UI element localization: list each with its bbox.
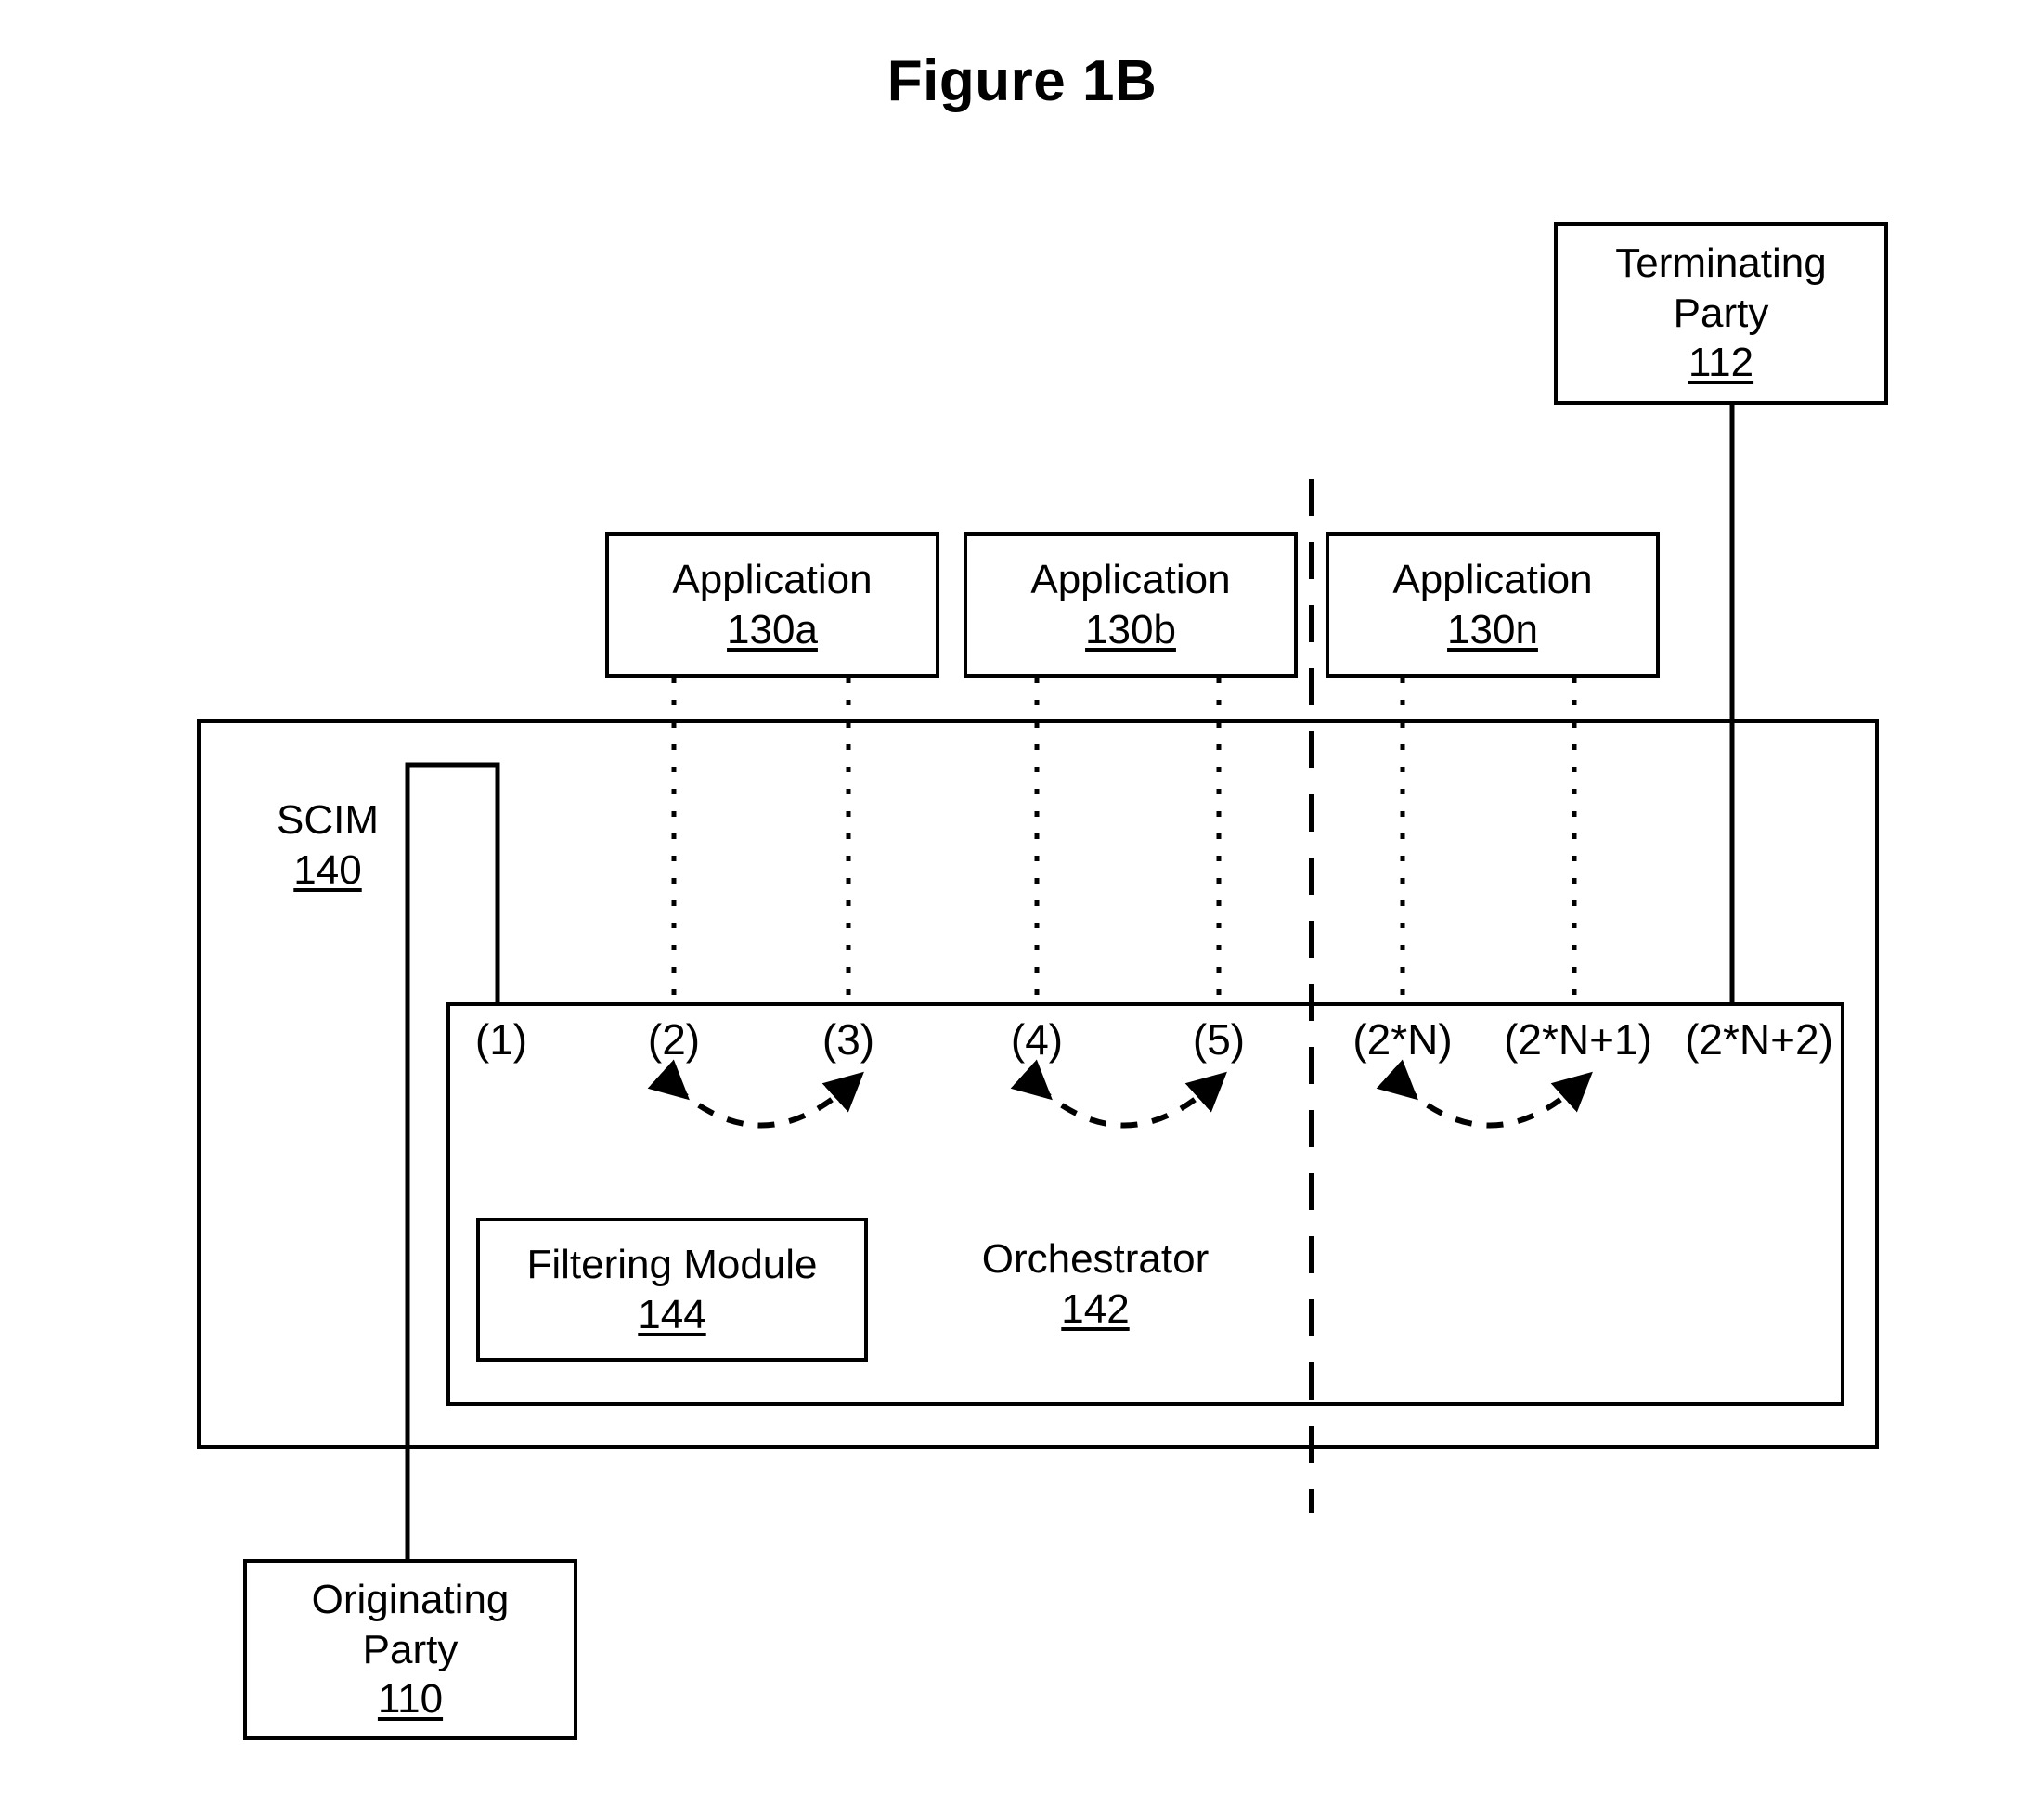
step-label-3: (3) — [821, 1015, 875, 1064]
orchestrator-label: Orchestrator — [981, 1236, 1210, 1282]
application-130b-label: Application — [1030, 556, 1231, 602]
orchestrator-ref-number: 142 — [1061, 1285, 1130, 1332]
scim-ref-number: 140 — [293, 846, 362, 893]
orchestrator-label-group: Orchestrator 142 — [956, 1234, 1235, 1334]
terminating-party-ref-number: 112 — [1688, 340, 1754, 386]
terminating-party-label-line1: Terminating — [1615, 239, 1827, 286]
filtering-module-label: Filtering Module — [526, 1241, 818, 1287]
originating-party-ref-number: 110 — [377, 1676, 444, 1723]
application-130n-label: Application — [1392, 556, 1593, 602]
filtering-module-box[interactable]: Filtering Module 144 — [476, 1218, 868, 1362]
originating-party-label-line1: Originating — [311, 1576, 510, 1622]
step-label-2: (2) — [647, 1015, 701, 1064]
application-130a-ref-number: 130a — [727, 606, 818, 652]
application-130a-label: Application — [672, 556, 873, 602]
originating-party-label-line2: Party — [362, 1626, 459, 1672]
scim-label-group: SCIM 140 — [239, 795, 416, 895]
filtering-module-ref-number: 144 — [638, 1291, 706, 1337]
step-label-2n-plus-1: (2*N+1) — [1504, 1015, 1652, 1064]
terminating-party-box[interactable]: Terminating Party 112 — [1554, 222, 1888, 405]
originating-party-box[interactable]: Originating Party 110 — [243, 1559, 577, 1740]
step-label-5: (5) — [1192, 1015, 1246, 1064]
application-130n-ref-number: 130n — [1447, 606, 1538, 652]
step-label-2n-plus-2: (2*N+2) — [1685, 1015, 1833, 1064]
terminating-party-label-line2: Party — [1673, 290, 1769, 336]
step-label-2n: (2*N) — [1352, 1015, 1453, 1064]
application-130b-box[interactable]: Application 130b — [964, 532, 1298, 678]
application-130n-box[interactable]: Application 130n — [1326, 532, 1660, 678]
step-label-1: (1) — [474, 1015, 528, 1064]
application-130a-box[interactable]: Application 130a — [605, 532, 939, 678]
page-title: Figure 1B — [886, 49, 1158, 113]
step-label-4: (4) — [1010, 1015, 1064, 1064]
scim-label: SCIM — [277, 797, 379, 843]
application-130b-ref-number: 130b — [1085, 606, 1176, 652]
